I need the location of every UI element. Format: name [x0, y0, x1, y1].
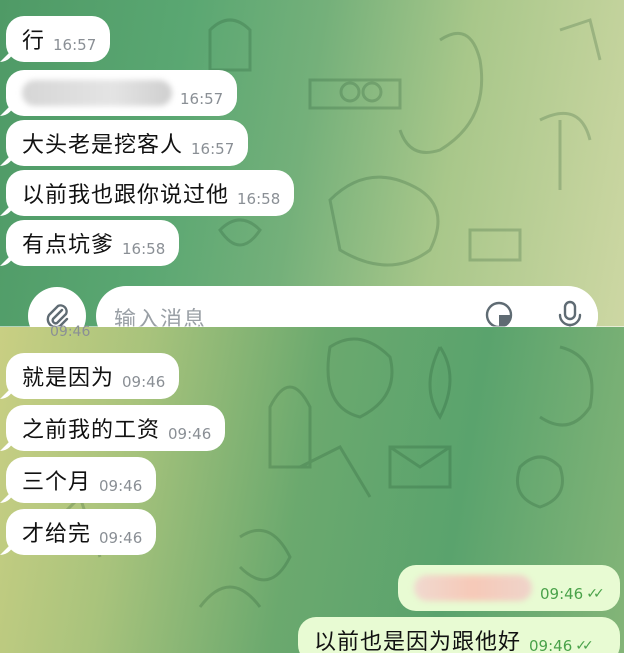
- message-bubble[interactable]: 以前我也跟你说过他 16:58: [6, 170, 295, 216]
- message-bubble[interactable]: 大头老是挖客人 16:57: [6, 120, 249, 166]
- redacted-text: [22, 80, 172, 106]
- input-placeholder: 输入消息: [114, 308, 207, 327]
- message-time: 09:46: [122, 373, 166, 391]
- message-time: 16:57: [191, 140, 235, 158]
- chat-screen-top: 行 16:57 16:57 大头老是挖客人 16:57 以前我也跟你说过他 16…: [0, 0, 624, 327]
- double-check-icon: ✓✓: [586, 586, 605, 602]
- message-bubble[interactable]: 之前我的工资 09:46: [6, 405, 226, 451]
- message-bubble[interactable]: 就是因为 09:46: [6, 353, 180, 399]
- message-text: 才给完: [22, 522, 92, 547]
- message-text: 之前我的工资: [22, 418, 161, 443]
- double-check-icon: ✓✓: [575, 638, 594, 653]
- message-time: 09:46: [99, 477, 143, 495]
- message-bubble[interactable]: 行 16:57: [6, 16, 111, 62]
- message-time: 09:46: [540, 585, 584, 603]
- message-input[interactable]: 输入消息: [96, 286, 598, 327]
- message-time: 09:46: [168, 425, 212, 443]
- message-bubble[interactable]: 三个月 09:46: [6, 457, 157, 503]
- message-text: 以前也是因为跟他好: [314, 630, 522, 653]
- message-text: 大头老是挖客人: [22, 133, 184, 158]
- message-text: 行: [22, 29, 46, 54]
- redacted-text: [414, 575, 532, 601]
- message-time: 16:57: [180, 90, 224, 108]
- message-bubble-redacted[interactable]: 16:57: [6, 70, 238, 116]
- outgoing-bubble[interactable]: 以前也是因为跟他好 09:46 ✓✓: [298, 617, 620, 653]
- message-text: 三个月: [22, 470, 92, 495]
- message-time: 16:58: [122, 240, 166, 258]
- chat-screen-bottom: 就是因为 09:46 之前我的工资 09:46 三个月 09:46 才给完 09…: [0, 327, 624, 653]
- message-text: 有点坑爹: [22, 233, 115, 258]
- message-time: 09:46: [529, 637, 573, 653]
- message-time: 09:46: [99, 529, 143, 547]
- message-text: 以前我也跟你说过他: [22, 183, 230, 208]
- microphone-icon: [558, 300, 582, 327]
- message-bubble[interactable]: 有点坑爹 16:58: [6, 220, 180, 266]
- message-time: 16:57: [53, 36, 97, 54]
- partial-message-time: 09:46: [50, 324, 91, 340]
- sticker-icon[interactable]: [484, 300, 514, 327]
- message-time: 16:58: [237, 190, 281, 208]
- outgoing-bubble-redacted[interactable]: 09:46 ✓✓: [398, 565, 620, 611]
- message-bubble[interactable]: 才给完 09:46: [6, 509, 157, 555]
- message-text: 就是因为: [22, 366, 115, 391]
